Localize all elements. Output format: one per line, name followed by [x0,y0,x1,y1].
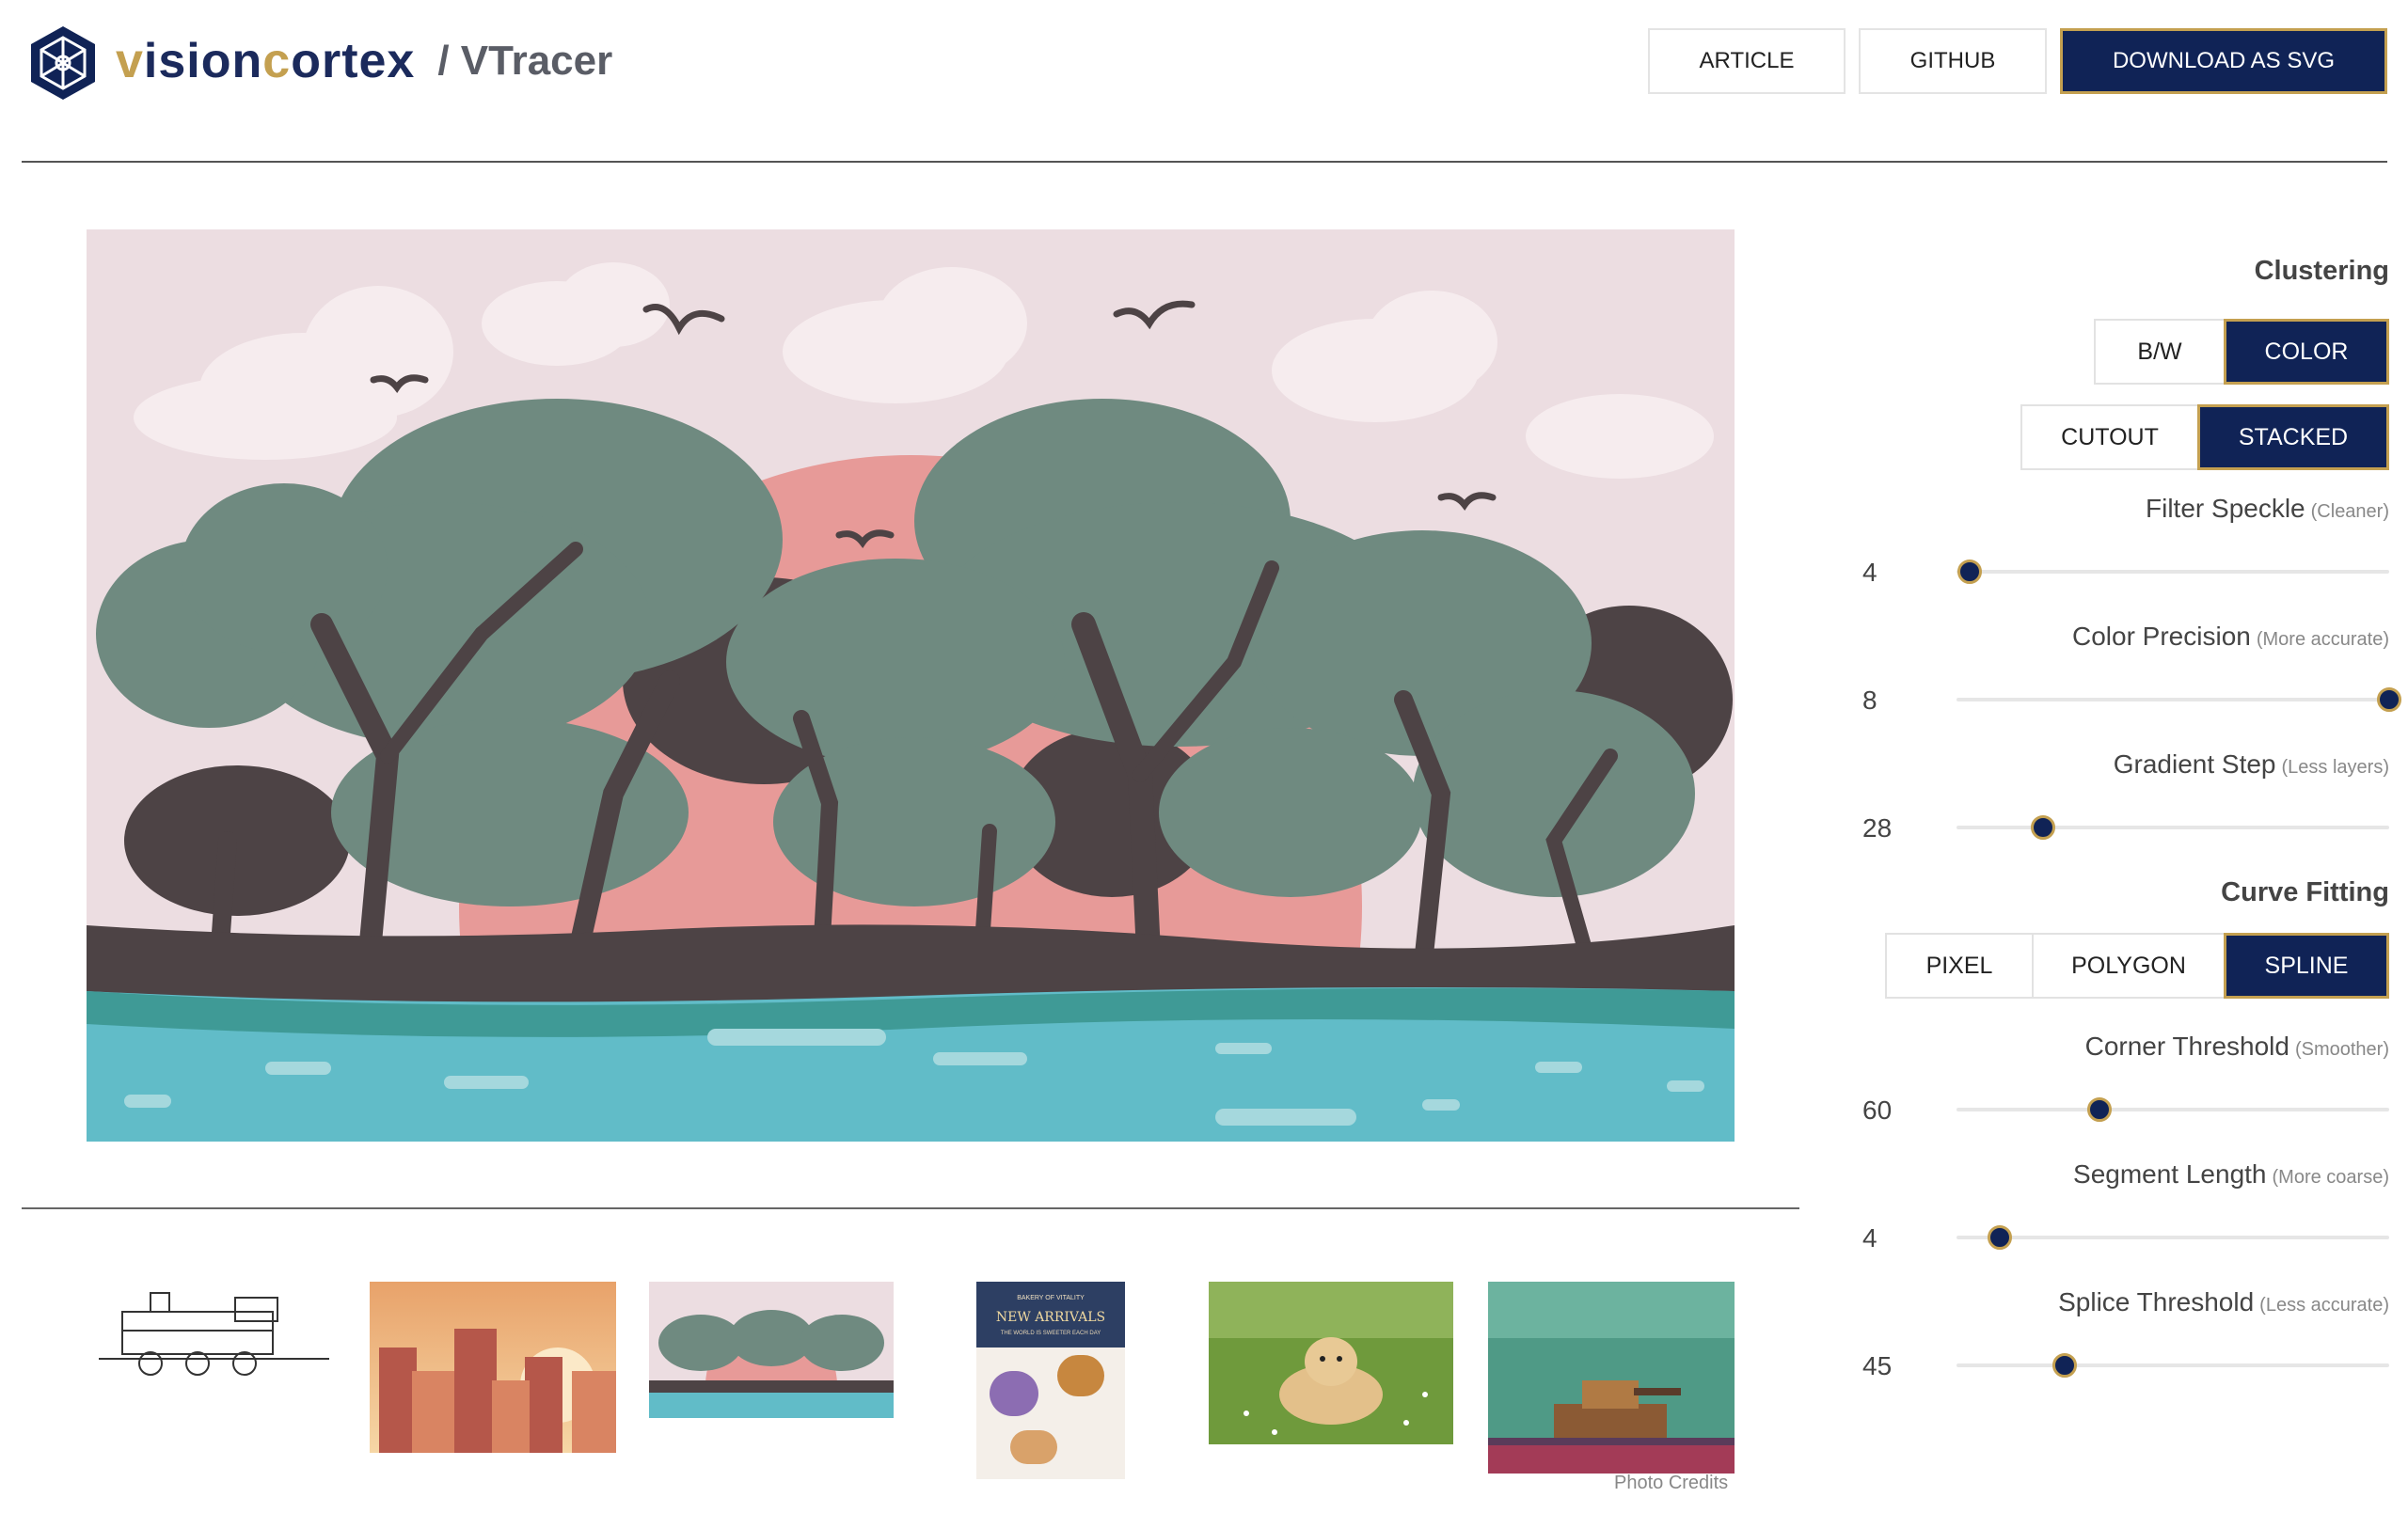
corner-threshold-label: Corner Threshold (Smoother) [2085,1032,2389,1062]
gradient-step-label: Gradient Step (Less layers) [2114,749,2389,780]
header: visioncortex / VTracer ARTICLE GITHUB DO… [22,19,2387,122]
photo-credits-link[interactable]: Photo Credits [1614,1473,1728,1494]
filter-speckle-text: Filter Speckle [2146,494,2305,523]
thumb-pixel-tank[interactable] [1488,1282,1735,1474]
color-option[interactable]: COLOR [2224,319,2389,385]
pixel-tank-thumbnail [1488,1282,1735,1474]
segment-length-hint: (More coarse) [2272,1167,2389,1188]
segment-length-label: Segment Length (More coarse) [2073,1159,2389,1190]
corner-threshold-value: 60 [1862,1095,1893,1125]
bw-option[interactable]: B/W [2094,319,2226,385]
forest-lake-thumbnail [649,1282,894,1418]
header-divider [22,161,2387,163]
stacked-option[interactable]: STACKED [2197,404,2389,470]
splice-threshold-knob[interactable] [2052,1353,2077,1378]
splice-threshold-label: Splice Threshold (Less accurate) [2058,1287,2389,1317]
flyer-subtitle: THE WORLD IS SWEETER EACH DAY [1000,1331,1101,1336]
cutout-option[interactable]: CUTOUT [2020,404,2199,470]
article-button[interactable]: ARTICLE [1648,28,1846,94]
segment-length-slider[interactable] [1956,1225,2389,1250]
splice-threshold-hint: (Less accurate) [2259,1295,2389,1316]
clustering-title: Clustering [2254,256,2389,286]
filter-speckle-knob[interactable] [1956,559,1982,584]
locomotive-sketch-thumbnail [94,1284,334,1382]
filter-speckle-value: 4 [1862,558,1877,587]
color-precision-slider[interactable] [1956,687,2401,712]
filter-speckle-hint: (Cleaner) [2310,501,2389,522]
splice-threshold-text: Splice Threshold [2058,1287,2255,1316]
city-sunset-thumbnail [370,1282,616,1453]
curve-fitting-title: Curve Fitting [2221,877,2389,907]
github-button[interactable]: GITHUB [1859,28,2047,94]
gradient-step-value: 28 [1862,813,1893,843]
thumb-locomotive-sketch[interactable] [94,1284,334,1382]
corner-threshold-hint: (Smoother) [2294,1039,2389,1060]
gradient-step-text: Gradient Step [2113,749,2276,779]
preview-divider [22,1207,1799,1209]
flyer-pastry [1010,1430,1057,1464]
color-mode-toggle: B/W COLOR [2094,319,2389,385]
brand: visioncortex / VTracer [116,28,612,94]
splice-threshold-value: 45 [1862,1351,1893,1380]
color-precision-label: Color Precision (More accurate) [2072,622,2389,652]
filter-speckle-slider[interactable] [1956,559,2389,584]
brand-name-v: v [116,34,144,88]
curve-mode-toggle: PIXEL POLYGON SPLINE [1885,933,2389,999]
color-precision-value: 8 [1862,686,1877,715]
gradient-step-hint: (Less layers) [2281,757,2389,778]
color-precision-knob[interactable] [2377,687,2401,712]
vtracer-page: visioncortex / VTracer ARTICLE GITHUB DO… [0,0,2408,1513]
gradient-step-knob[interactable] [2031,815,2055,840]
color-precision-hint: (More accurate) [2256,629,2389,650]
filter-speckle-label: Filter Speckle (Cleaner) [2146,494,2389,524]
corner-threshold-slider[interactable] [1956,1097,2389,1122]
flyer-product-area [976,1348,1125,1479]
nav: ARTICLE GITHUB DOWNLOAD AS SVG [1648,28,2387,94]
golden-retriever-thumbnail [1209,1282,1453,1444]
download-svg-button[interactable]: DOWNLOAD AS SVG [2060,28,2387,94]
thumb-bakery-flyer[interactable]: BAKERY OF VITALITY NEW ARRIVALS THE WORL… [976,1282,1125,1479]
brand-name-ision: ision [143,34,263,88]
visioncortex-logo-icon [31,26,95,100]
segment-length-knob[interactable] [1988,1225,2012,1250]
brand-name: visioncortex [116,33,415,89]
pixel-option[interactable]: PIXEL [1885,933,2034,999]
spline-option[interactable]: SPLINE [2224,933,2389,999]
flyer-title: NEW ARRIVALS [995,1310,1106,1325]
flyer-cake [990,1371,1038,1416]
thumb-forest-lake[interactable] [649,1282,894,1418]
thumb-golden-retriever[interactable] [1209,1282,1453,1444]
brand-name-c: c [262,34,292,88]
corner-threshold-knob[interactable] [2086,1097,2112,1122]
polygon-option[interactable]: POLYGON [2032,933,2226,999]
segment-length-text: Segment Length [2073,1159,2267,1189]
flyer-top-text: BAKERY OF VITALITY [1017,1295,1085,1301]
product-name: / VTracer [437,38,613,84]
svg-preview-canvas [87,229,1735,1142]
segment-length-value: 4 [1862,1223,1877,1253]
gradient-step-slider[interactable] [1956,815,2389,840]
color-precision-text: Color Precision [2071,622,2251,651]
flyer-burger [1057,1355,1104,1396]
corner-threshold-text: Corner Threshold [2084,1032,2289,1061]
splice-threshold-slider[interactable] [1956,1353,2389,1378]
brand-name-ortex: ortex [291,34,416,88]
thumb-city-sunset[interactable] [370,1282,616,1453]
forest-lake-illustration [87,229,1735,1142]
hierarchy-toggle: CUTOUT STACKED [2020,404,2389,470]
